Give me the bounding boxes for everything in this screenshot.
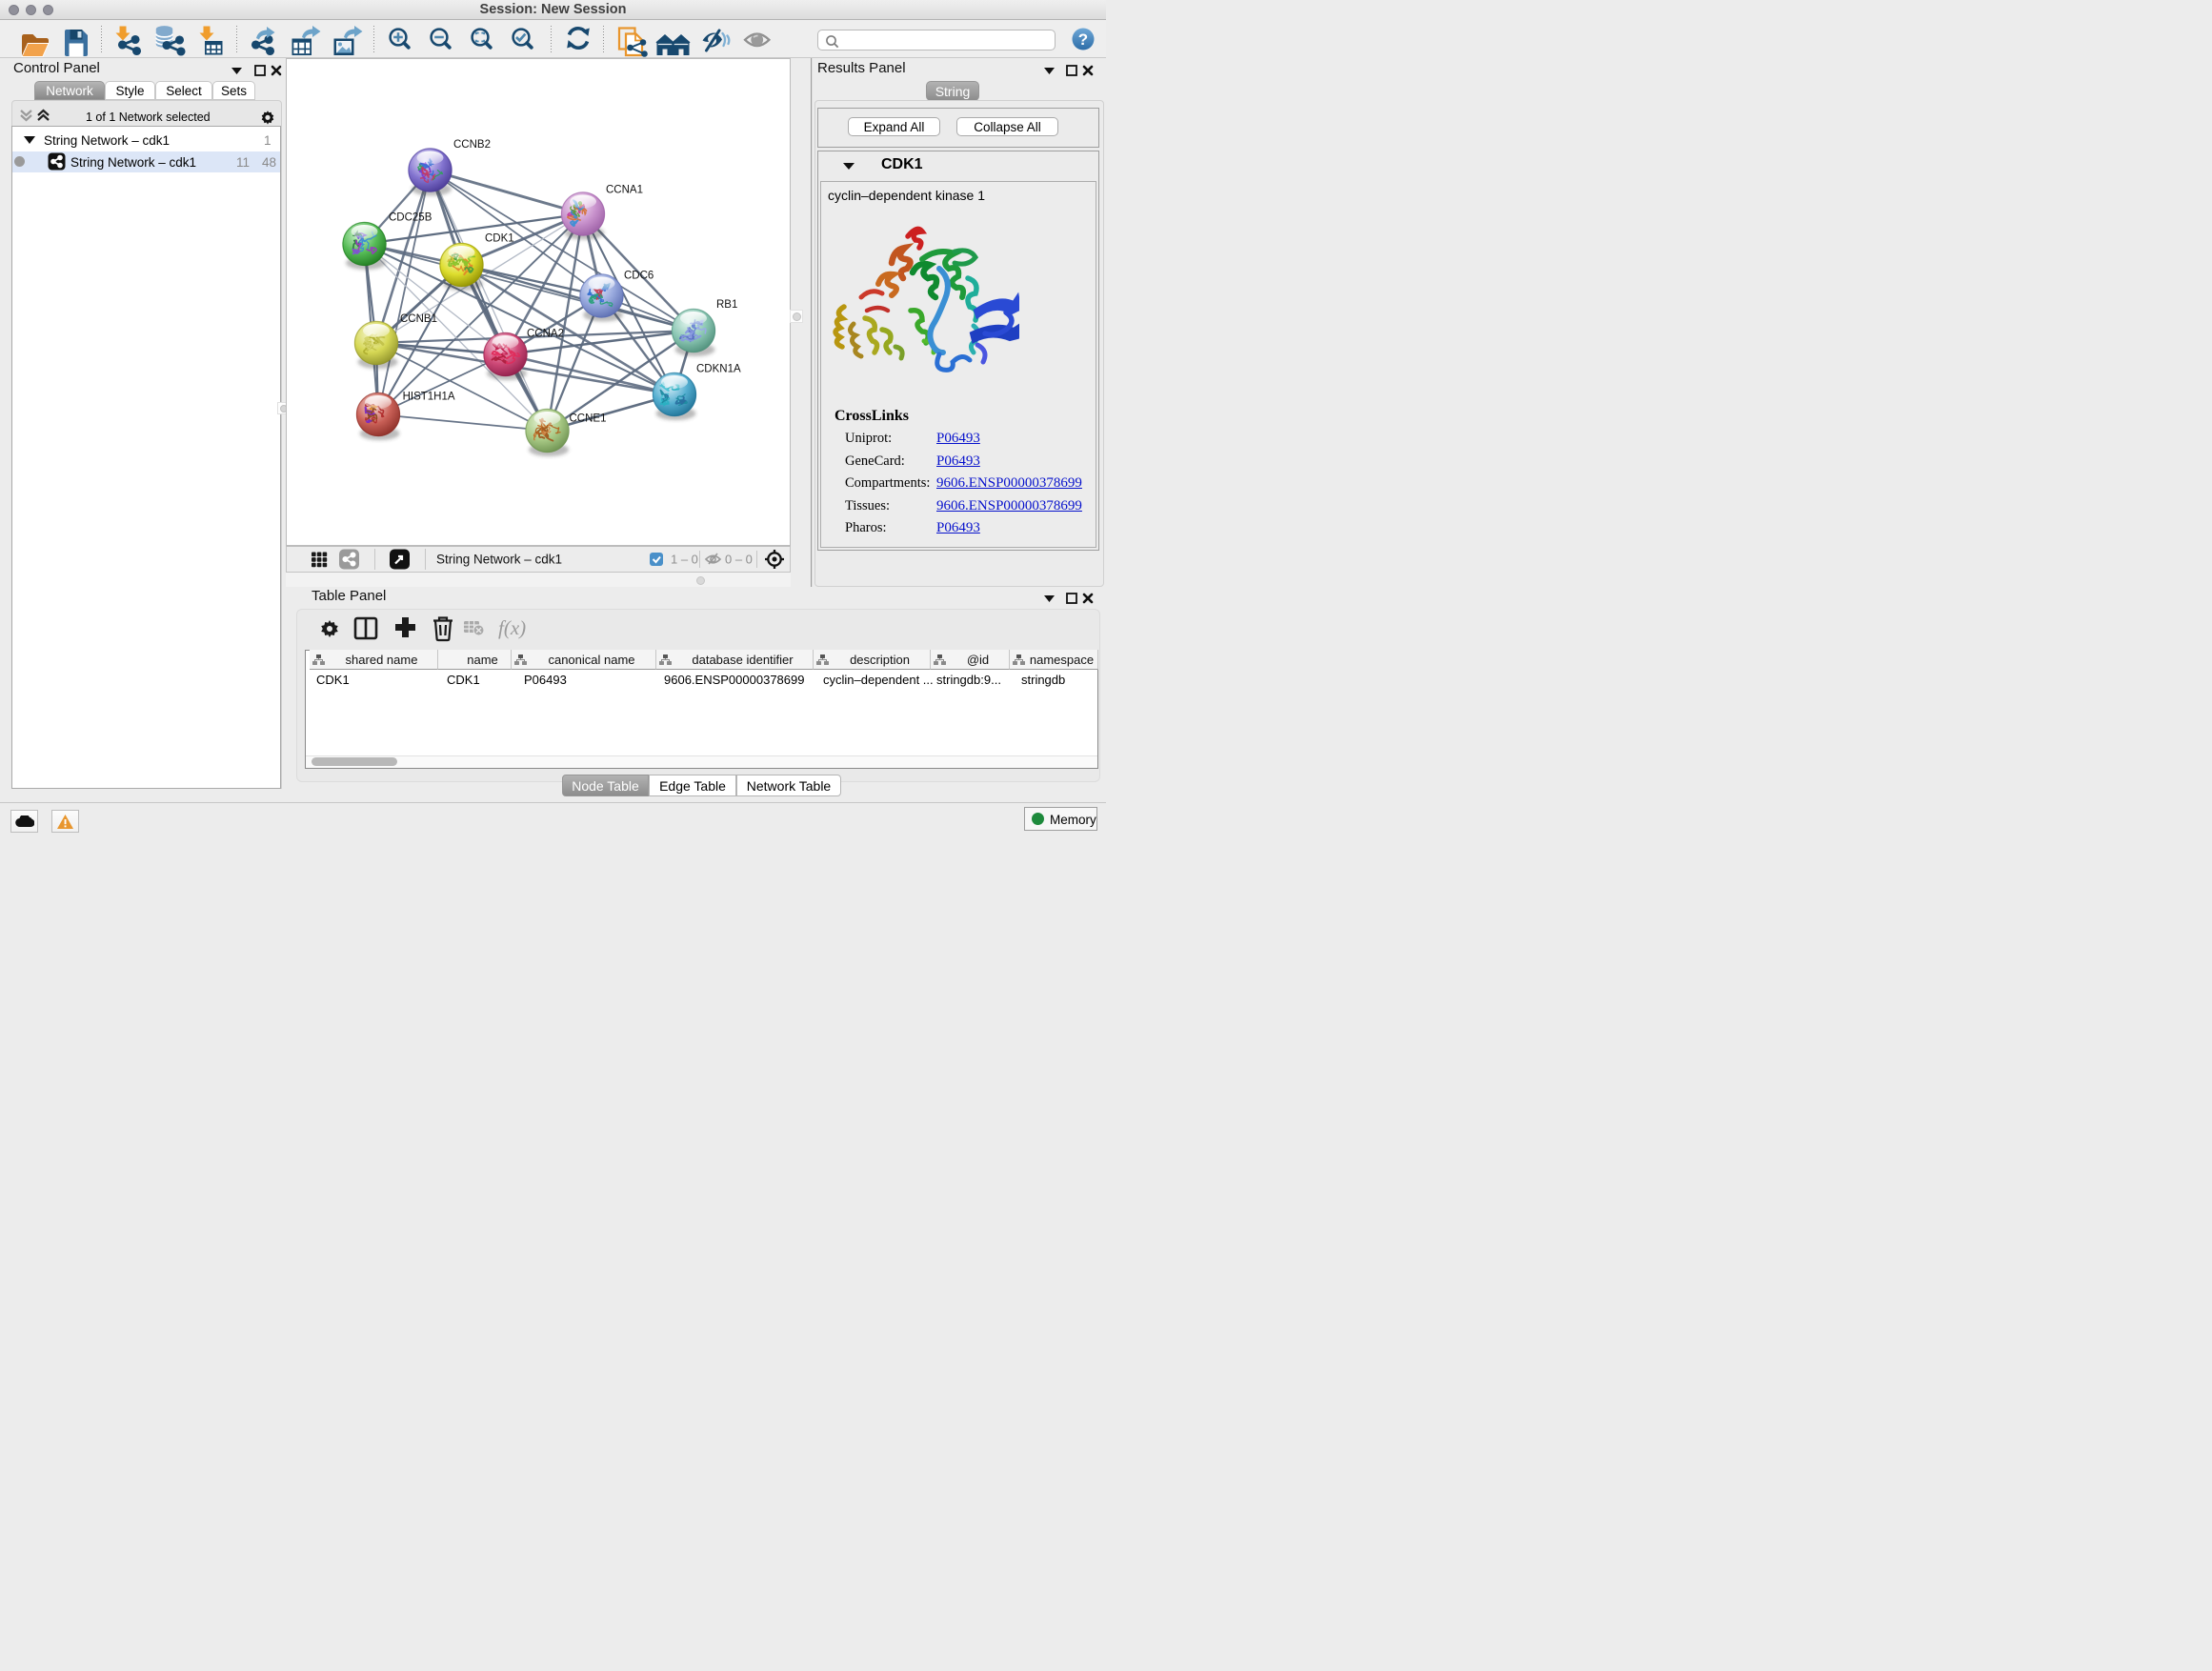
svg-text:String Network – cdk1: String Network – cdk1: [436, 553, 562, 567]
svg-text:CCNA1: CCNA1: [606, 185, 643, 196]
svg-text:CCNB1: CCNB1: [400, 313, 437, 325]
svg-text:CCNB2: CCNB2: [453, 139, 491, 151]
svg-text:CDC6: CDC6: [624, 271, 654, 282]
svg-text:f(x): f(x): [498, 616, 526, 639]
svg-text:CDKN1A: CDKN1A: [696, 364, 741, 375]
svg-text:?: ?: [1078, 30, 1088, 49]
svg-text:CCNE1: CCNE1: [570, 413, 607, 425]
svg-text:CDK1: CDK1: [485, 233, 514, 245]
svg-text:0 – 0: 0 – 0: [725, 553, 753, 567]
svg-text:RB1: RB1: [716, 299, 737, 311]
svg-text:HIST1H1A: HIST1H1A: [403, 392, 455, 403]
svg-text:CDC25B: CDC25B: [389, 212, 432, 224]
svg-text:CCNA2: CCNA2: [527, 329, 564, 340]
svg-text:1 – 0: 1 – 0: [671, 553, 698, 567]
